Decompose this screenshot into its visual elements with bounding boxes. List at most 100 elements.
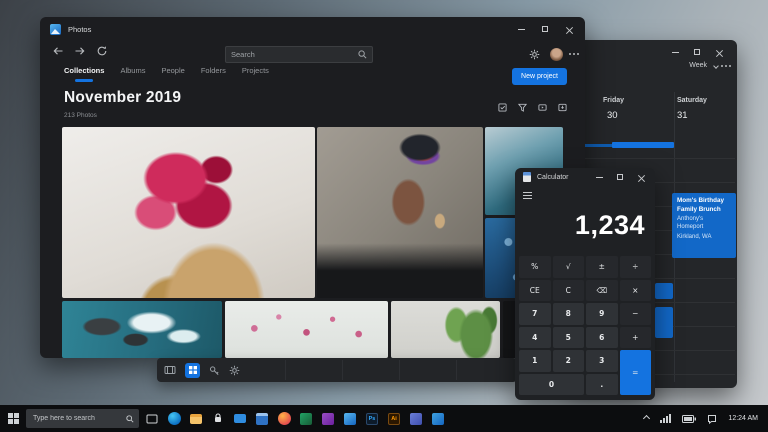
hamburger-menu-icon[interactable] <box>523 192 532 199</box>
all-day-event-bar[interactable] <box>612 142 674 148</box>
search-input[interactable] <box>231 50 358 59</box>
refresh-icon[interactable] <box>96 45 108 57</box>
chevron-down-icon[interactable] <box>713 63 719 69</box>
key-7[interactable]: 7 <box>519 303 551 325</box>
calendar-event-partial[interactable] <box>655 283 673 299</box>
minimize-button[interactable] <box>591 171 607 183</box>
calendar-app-icon[interactable] <box>253 405 271 432</box>
tab-albums[interactable]: Albums <box>120 66 145 82</box>
taskbar-search-box[interactable] <box>26 409 139 428</box>
firefox-browser-icon[interactable] <box>275 405 293 432</box>
photo-green-plant[interactable] <box>391 301 500 358</box>
more-options-icon[interactable] <box>725 65 727 67</box>
mail-app-icon[interactable] <box>231 405 249 432</box>
lock-app-icon[interactable] <box>209 405 227 432</box>
photo-ocean-waves[interactable] <box>62 301 222 358</box>
task-view-button[interactable] <box>143 405 161 432</box>
photo-woman-portrait[interactable] <box>317 127 483 298</box>
tab-collections[interactable]: Collections <box>64 66 104 82</box>
settings-gear-icon[interactable] <box>529 49 540 60</box>
edit-key-icon[interactable] <box>209 365 220 376</box>
action-center-icon[interactable] <box>707 414 717 424</box>
filmstrip-icon[interactable] <box>164 365 176 375</box>
maximize-button[interactable] <box>689 46 705 58</box>
select-icon[interactable] <box>498 103 507 112</box>
key-0[interactable]: 0 <box>519 374 584 396</box>
excel-app-icon[interactable] <box>297 405 315 432</box>
start-button[interactable] <box>0 405 26 432</box>
all-day-event-bar[interactable] <box>583 144 612 147</box>
outlook-app-icon[interactable] <box>429 405 447 432</box>
see-more-icon[interactable] <box>573 53 575 55</box>
key-multiply[interactable]: × <box>620 280 652 302</box>
key-2[interactable]: 2 <box>553 350 585 372</box>
key-minus[interactable]: − <box>620 303 652 325</box>
photo-flowers-basket[interactable] <box>62 127 315 298</box>
tab-folders[interactable]: Folders <box>201 66 226 82</box>
battery-icon[interactable] <box>682 415 696 423</box>
calculator-window: Calculator 1,234 % √ ± ÷ CE C ⌫ × 7 8 9 … <box>515 168 655 400</box>
file-explorer-icon[interactable] <box>187 405 205 432</box>
event-location: Anthony's Homeport <box>677 216 731 232</box>
slideshow-icon[interactable] <box>538 103 547 112</box>
maximize-button[interactable] <box>612 171 628 183</box>
event-title: Mom's Birthday Family Brunch <box>677 197 731 214</box>
network-icon[interactable] <box>660 414 671 423</box>
date-cell[interactable]: 30 <box>607 110 618 121</box>
key-percent[interactable]: % <box>519 256 551 278</box>
photo-pink-flowers[interactable] <box>225 301 388 358</box>
onenote-app-icon[interactable] <box>319 405 337 432</box>
key-sqrt[interactable]: √ <box>553 256 585 278</box>
minimize-button[interactable] <box>513 23 529 35</box>
key-plus[interactable]: + <box>620 327 652 349</box>
key-backspace[interactable]: ⌫ <box>586 280 618 302</box>
teams-app-icon[interactable] <box>407 405 425 432</box>
key-8[interactable]: 8 <box>553 303 585 325</box>
taskbar: Ps Ai 12:24 AM <box>0 405 768 432</box>
photos-search-box[interactable] <box>225 46 373 63</box>
close-button[interactable] <box>711 46 727 58</box>
key-3[interactable]: 3 <box>586 350 618 372</box>
key-6[interactable]: 6 <box>586 327 618 349</box>
key-4[interactable]: 4 <box>519 327 551 349</box>
settings-gear-icon[interactable] <box>229 365 240 376</box>
forward-icon[interactable] <box>74 45 86 57</box>
photos-titlebar: Photos <box>40 17 585 41</box>
photos-window: Photos Collections <box>40 17 585 358</box>
illustrator-app-icon[interactable]: Ai <box>385 405 403 432</box>
taskbar-search-input[interactable] <box>33 415 126 422</box>
calculator-titlebar: Calculator <box>515 168 655 186</box>
key-9[interactable]: 9 <box>586 303 618 325</box>
account-avatar[interactable] <box>550 48 563 61</box>
day-header-saturday: Saturday <box>677 97 707 104</box>
key-clear[interactable]: C <box>553 280 585 302</box>
tab-people[interactable]: People <box>161 66 184 82</box>
filter-icon[interactable] <box>518 103 527 112</box>
key-divide[interactable]: ÷ <box>620 256 652 278</box>
key-5[interactable]: 5 <box>553 327 585 349</box>
close-button[interactable] <box>561 23 577 35</box>
taskbar-clock[interactable]: 12:24 AM <box>728 415 758 422</box>
close-button[interactable] <box>633 171 649 183</box>
grid-view-button-active[interactable] <box>185 363 200 378</box>
key-negate[interactable]: ± <box>586 256 618 278</box>
tray-overflow-icon[interactable] <box>643 415 650 422</box>
key-equals[interactable]: = <box>620 350 652 395</box>
key-decimal[interactable]: . <box>586 374 618 396</box>
tab-projects[interactable]: Projects <box>242 66 269 82</box>
edge-browser-icon[interactable] <box>165 405 183 432</box>
calendar-view-selector[interactable]: Week <box>689 62 707 69</box>
back-icon[interactable] <box>52 45 64 57</box>
new-project-button[interactable]: New project <box>512 68 567 85</box>
key-1[interactable]: 1 <box>519 350 551 372</box>
import-icon[interactable] <box>558 103 567 112</box>
photoshop-app-icon[interactable]: Ps <box>363 405 381 432</box>
day-header-friday: Friday <box>603 97 624 104</box>
maximize-button[interactable] <box>537 23 553 35</box>
calendar-event-card[interactable]: Mom's Birthday Family Brunch Anthony's H… <box>672 193 736 258</box>
minimize-button[interactable] <box>667 46 683 58</box>
date-cell[interactable]: 31 <box>677 110 688 121</box>
calendar-event-partial[interactable] <box>655 307 673 338</box>
photos-app-icon[interactable] <box>341 405 359 432</box>
key-clear-entry[interactable]: CE <box>519 280 551 302</box>
